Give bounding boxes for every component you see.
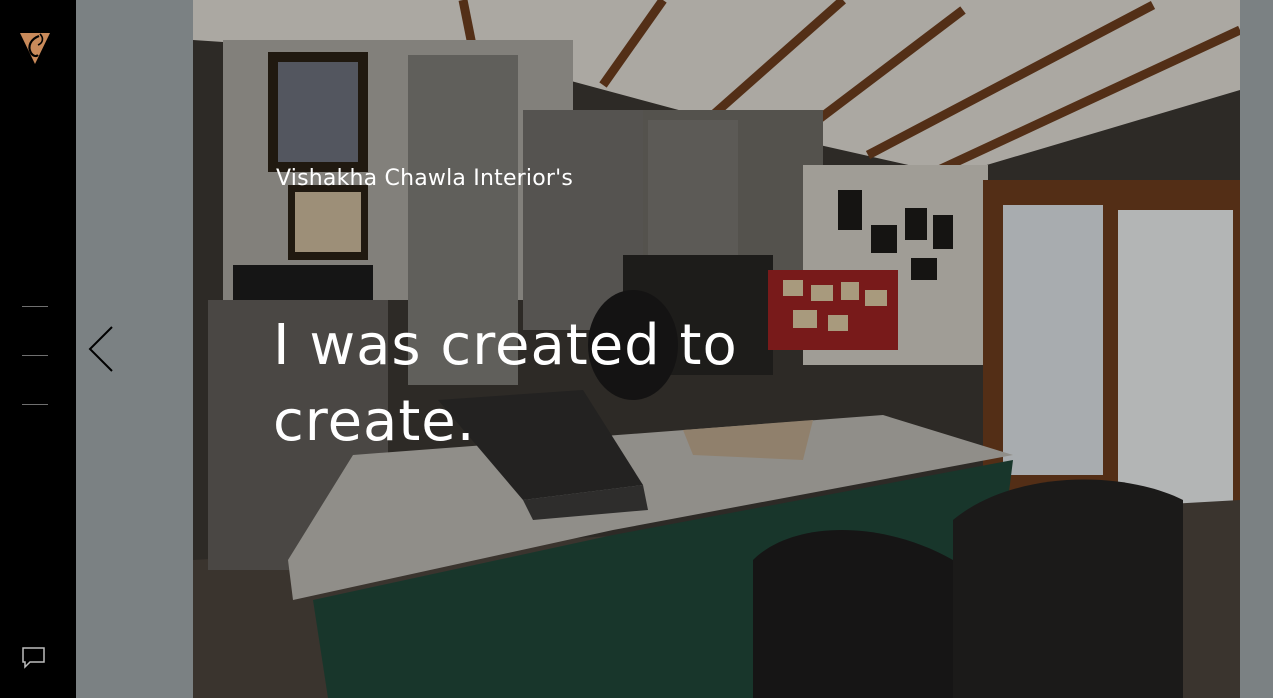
brand-logo-icon[interactable] <box>18 30 52 66</box>
hero-subtitle: Vishakha Chawla Interior's <box>276 166 574 191</box>
chevron-left-icon[interactable] <box>86 325 116 373</box>
right-gutter <box>1240 0 1273 698</box>
chat-bubble-icon[interactable] <box>21 646 47 670</box>
hero-headline: I was created to create. <box>273 313 738 454</box>
hero-slide: Vishakha Chawla Interior's I was created… <box>193 0 1240 698</box>
side-rail <box>0 0 76 698</box>
